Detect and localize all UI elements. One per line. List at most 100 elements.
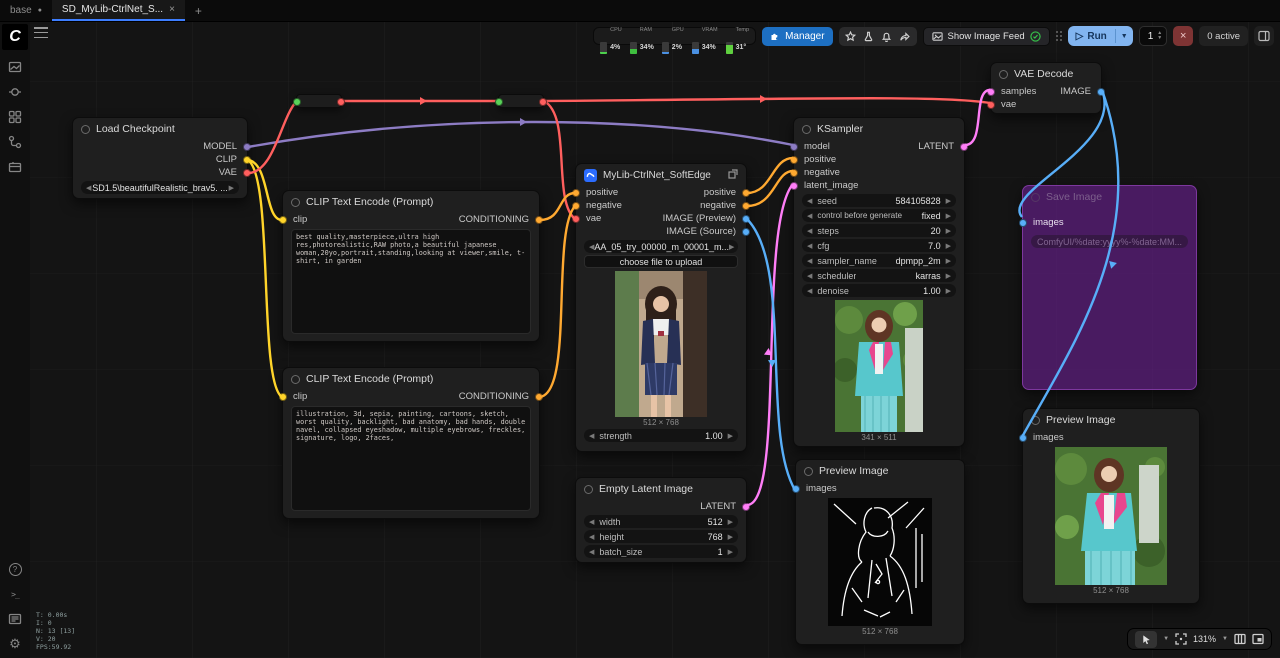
node-preview-image-final[interactable]: Preview Image images 512 × 768 <box>1019 408 1200 604</box>
node-preview-image-softedge[interactable]: Preview Image images 512 × 768 <box>792 459 965 645</box>
latent-port[interactable] <box>960 142 968 151</box>
model-library-icon[interactable] <box>7 109 23 125</box>
seed-widget[interactable]: ◀ seed 584105828 ▶ <box>802 194 956 207</box>
fit-view-button[interactable] <box>1175 633 1187 645</box>
minimap-button[interactable] <box>1252 633 1264 645</box>
open-subgraph-icon[interactable] <box>728 168 738 182</box>
collapse-dot-icon[interactable] <box>291 374 300 384</box>
show-image-feed-button[interactable]: Show Image Feed <box>922 26 1050 46</box>
comfyui-logo[interactable]: C <box>2 24 28 50</box>
close-tab-icon[interactable]: × <box>169 4 175 15</box>
control-before-generate-widget[interactable]: ◀ control before generate fixed ▶ <box>802 209 956 222</box>
negative-out-port[interactable] <box>742 201 750 210</box>
height-widget[interactable]: ◀ height 768 ▶ <box>584 530 738 543</box>
collapse-dot-icon[interactable] <box>584 484 593 494</box>
manager-button[interactable]: Manager <box>762 26 833 46</box>
terminal-icon[interactable]: >_ <box>7 586 23 602</box>
settings-gear-icon[interactable]: ⚙ <box>7 636 23 652</box>
node-clip-encode-negative[interactable]: CLIP Text Encode (Prompt) clip CONDITION… <box>279 367 543 519</box>
node-library-icon[interactable] <box>7 84 23 100</box>
conditioning-port[interactable] <box>535 215 543 224</box>
node-ctrlnet-softedge[interactable]: MyLib-CtrlNet_SoftEdge positive positive… <box>572 163 750 452</box>
batch-count-stepper[interactable]: 1 ▲ ▼ <box>1138 26 1168 46</box>
positive-port[interactable] <box>790 155 798 164</box>
bell-icon[interactable] <box>879 29 895 44</box>
clip-port[interactable] <box>279 215 287 224</box>
filename-prefix-widget[interactable]: ComfyUI/%date:yyyy%-%date:MM... <box>1031 235 1188 248</box>
help-icon[interactable]: ? <box>7 561 23 577</box>
reroute-node[interactable] <box>293 94 345 108</box>
collapse-dot-icon[interactable] <box>802 124 811 134</box>
upload-button[interactable]: choose file to upload <box>584 255 738 268</box>
sampler-name-widget[interactable]: ◀ sampler_name dpmpp_2m ▶ <box>802 254 956 267</box>
tool-chevron-icon[interactable]: ▼ <box>1163 636 1169 642</box>
cfg-widget[interactable]: ◀ cfg 7.0 ▶ <box>802 239 956 252</box>
batch-size-widget[interactable]: ◀ batch_size 1 ▶ <box>584 545 738 558</box>
tab-base[interactable]: base ● <box>0 0 52 21</box>
new-tab-button[interactable]: + <box>185 0 212 21</box>
node-vae-decode[interactable]: VAE Decode samples IMAGE vae <box>987 62 1105 114</box>
vae-port[interactable] <box>572 214 580 223</box>
workflows-icon[interactable] <box>7 134 23 150</box>
pointer-tool-button[interactable] <box>1135 630 1158 648</box>
node-save-image[interactable]: Save Image images ComfyUI/%date:yyyy%-%d… <box>1019 185 1197 390</box>
chevron-right-icon[interactable]: ▶ <box>729 243 734 251</box>
model-port[interactable] <box>243 142 251 151</box>
clip-port[interactable] <box>279 392 287 401</box>
menu-hamburger-icon[interactable] <box>34 27 48 38</box>
model-port[interactable] <box>790 142 798 151</box>
negative-port[interactable] <box>790 168 798 177</box>
node-empty-latent[interactable]: Empty Latent Image LATENT ◀ width 512 ▶ ◀ he… <box>575 477 750 563</box>
zoom-chevron-icon[interactable]: ▼ <box>1222 636 1228 642</box>
strength-widget[interactable]: ◀ strength 1.00 ▶ <box>584 429 738 442</box>
latent-image-port[interactable] <box>790 181 798 190</box>
images-port[interactable] <box>1019 433 1027 442</box>
zoom-level[interactable]: 131% <box>1193 634 1216 644</box>
collapse-dot-icon[interactable] <box>291 197 300 207</box>
latent-port[interactable] <box>742 502 750 511</box>
chevron-left-icon[interactable]: ◀ <box>86 184 91 192</box>
layout-grid-button[interactable] <box>1234 633 1246 645</box>
prompt-textarea[interactable]: illustration, 3d, sepia, painting, carto… <box>291 406 531 511</box>
share-icon[interactable] <box>897 29 913 44</box>
image-file-widget[interactable]: ◀ AA_05_try_00000_m_00001_m... ▶ <box>584 240 738 253</box>
collapse-dot-icon[interactable] <box>81 124 90 134</box>
image-source-port[interactable] <box>742 227 750 236</box>
chevron-right-icon[interactable]: ▶ <box>728 432 733 440</box>
images-port[interactable] <box>1019 218 1027 227</box>
toggle-panel-button[interactable] <box>1254 26 1274 46</box>
prompt-textarea[interactable]: best quality,masterpiece,ultra high res,… <box>291 229 531 334</box>
positive-out-port[interactable] <box>742 188 750 197</box>
image-port[interactable] <box>1097 87 1105 96</box>
queue-icon[interactable] <box>7 59 23 75</box>
conditioning-port[interactable] <box>535 392 543 401</box>
vae-port[interactable] <box>987 100 995 109</box>
vae-port[interactable] <box>243 168 251 177</box>
node-clip-encode-positive[interactable]: CLIP Text Encode (Prompt) clip CONDITION… <box>279 190 543 342</box>
samples-port[interactable] <box>987 87 995 96</box>
stepper-carets-icon[interactable]: ▲ ▼ <box>1157 31 1162 41</box>
negative-port[interactable] <box>572 201 580 210</box>
positive-port[interactable] <box>572 188 580 197</box>
run-button[interactable]: ▷ Run <box>1068 31 1115 42</box>
denoise-widget[interactable]: ◀ denoise 1.00 ▶ <box>802 284 956 297</box>
collapse-dot-icon[interactable] <box>1031 192 1040 202</box>
scheduler-widget[interactable]: ◀ scheduler karras ▶ <box>802 269 956 282</box>
image-preview-port[interactable] <box>742 214 750 223</box>
reroute-node[interactable] <box>495 94 547 108</box>
node-ksampler[interactable]: KSampler model LATENT positive negative … <box>790 117 968 447</box>
templates-icon[interactable] <box>7 159 23 175</box>
collapse-dot-icon[interactable] <box>999 69 1008 79</box>
steps-widget[interactable]: ◀ steps 20 ▶ <box>802 224 956 237</box>
clear-queue-button[interactable]: × <box>1173 26 1194 46</box>
tab-workflow[interactable]: SD_MyLib-CtrlNet_S... × <box>51 0 185 21</box>
width-widget[interactable]: ◀ width 512 ▶ <box>584 515 738 528</box>
flask-icon[interactable] <box>861 29 877 44</box>
chevron-right-icon[interactable]: ▶ <box>229 184 234 192</box>
node-load-checkpoint[interactable]: Load Checkpoint MODEL CLIP VAE ◀ SD1.5\b… <box>72 117 251 199</box>
collapse-dot-icon[interactable] <box>1031 415 1040 425</box>
clip-port[interactable] <box>243 155 251 164</box>
run-options-chevron-icon[interactable]: ▼ <box>1116 33 1133 40</box>
images-port[interactable] <box>792 484 800 493</box>
ckpt-name-widget[interactable]: ◀ SD1.5\beautifulRealistic_brav5. ... ▶ <box>81 181 239 194</box>
